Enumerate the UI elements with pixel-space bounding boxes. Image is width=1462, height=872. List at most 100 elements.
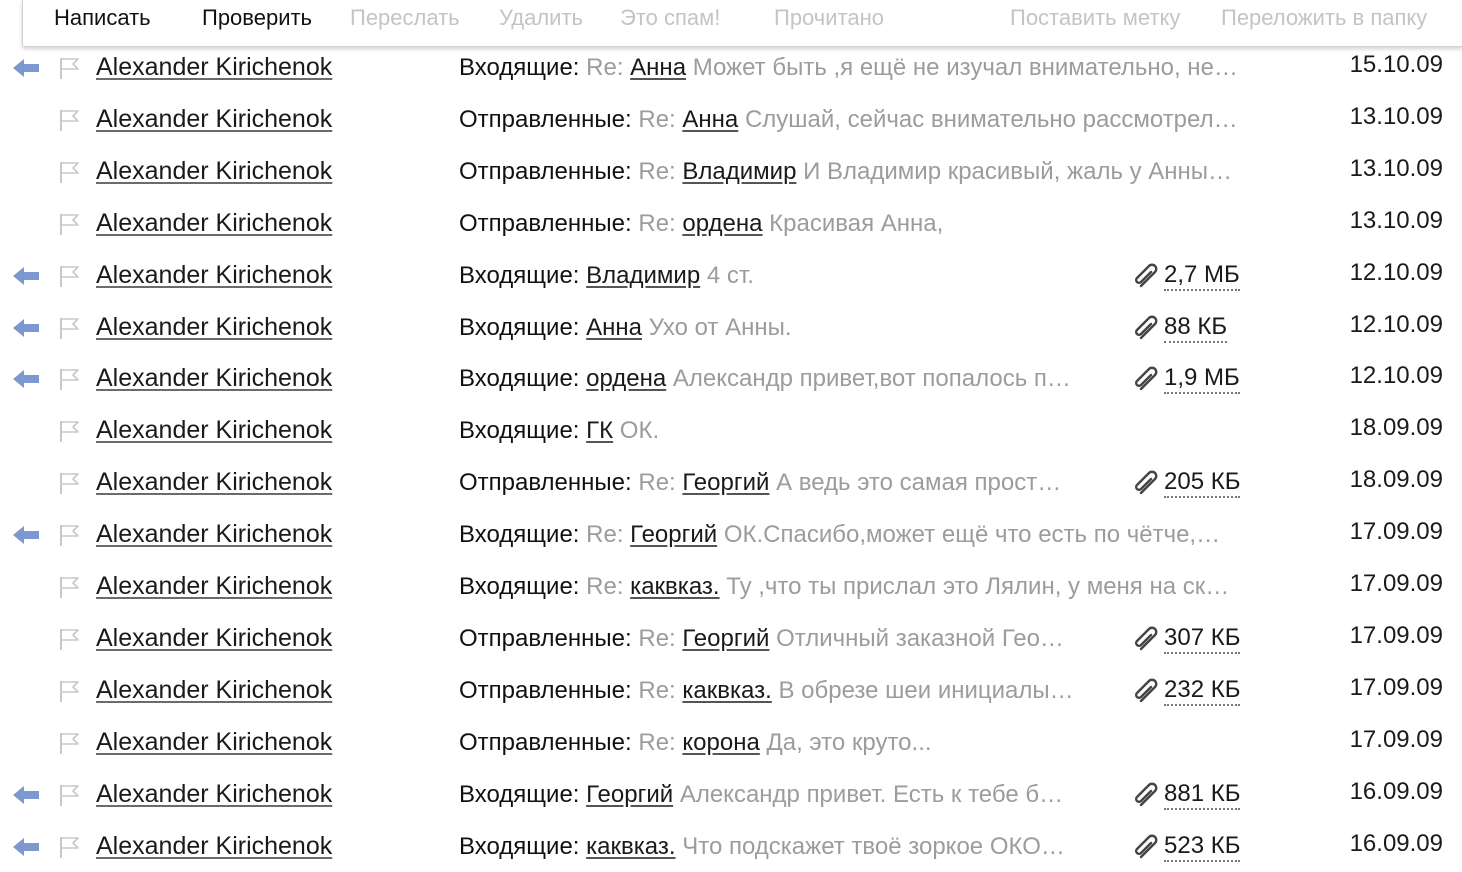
sender-link[interactable]: Alexander Kirichenok	[96, 260, 332, 290]
move-to-folder-button[interactable]: Переложить в папку	[1221, 5, 1427, 31]
subject-link[interactable]: ордена	[586, 365, 666, 392]
sender-link[interactable]: Alexander Kirichenok	[96, 779, 332, 809]
subject-link[interactable]: каквказ.	[630, 573, 719, 600]
subject-line[interactable]: Входящие: Георгий Александр привет. Есть…	[459, 780, 1063, 810]
paperclip-icon	[1134, 366, 1158, 391]
flag-icon[interactable]	[58, 211, 80, 237]
subject-line[interactable]: Отправленные: Re: Владимир И Владимир кр…	[459, 157, 1232, 187]
message-row[interactable]: Alexander Kirichenok Входящие: ГК ОК. 18.0…	[0, 404, 1462, 456]
sender-link[interactable]: Alexander Kirichenok	[96, 312, 332, 342]
compose-button[interactable]: Написать	[54, 5, 151, 31]
message-row[interactable]: Alexander Kirichenok Входящие: Re: каквка…	[0, 560, 1462, 612]
message-row[interactable]: Alexander Kirichenok Отправленные: Re: Ан…	[0, 93, 1462, 145]
attachment-size[interactable]: 232 КБ	[1164, 676, 1241, 706]
subject-link[interactable]: Владимир	[586, 262, 700, 289]
message-row[interactable]: Alexander Kirichenok Входящие: каквказ. Ч…	[0, 820, 1462, 872]
flag-icon[interactable]	[58, 574, 80, 600]
sender-link[interactable]: Alexander Kirichenok	[96, 571, 332, 601]
subject-line[interactable]: Входящие: ордена Александр привет,вот по…	[459, 364, 1071, 394]
flag-icon[interactable]	[58, 263, 80, 289]
flag-icon[interactable]	[58, 470, 80, 496]
attachment-size[interactable]: 88 КБ	[1164, 313, 1228, 343]
flag-icon[interactable]	[58, 730, 80, 756]
subject-link[interactable]: Анна	[586, 314, 642, 341]
subject-line[interactable]: Входящие: каквказ. Что подскажет твоё зо…	[459, 832, 1065, 862]
subject-link[interactable]: Георгий	[630, 521, 717, 548]
flag-icon[interactable]	[58, 107, 80, 133]
folder-label: Входящие:	[459, 314, 580, 341]
sender-link[interactable]: Alexander Kirichenok	[96, 831, 332, 861]
subject-link[interactable]: Георгий	[586, 781, 673, 808]
subject-link[interactable]: каквказ.	[586, 833, 675, 860]
attachment-size[interactable]: 307 КБ	[1164, 624, 1241, 654]
sender-link[interactable]: Alexander Kirichenok	[96, 52, 332, 82]
subject-line[interactable]: Входящие: Владимир 4 ст.	[459, 261, 754, 291]
subject-link[interactable]: Георгий	[682, 469, 769, 496]
forward-button[interactable]: Переслать	[350, 5, 460, 31]
message-row[interactable]: Alexander Kirichenok Отправленные: Re: Вл…	[0, 145, 1462, 197]
subject-line[interactable]: Отправленные: Re: ордена Красивая Анна,	[459, 209, 943, 239]
message-row[interactable]: Alexander Kirichenok Входящие: Re: Анна М…	[0, 41, 1462, 93]
sender-link[interactable]: Alexander Kirichenok	[96, 467, 332, 497]
flag-icon[interactable]	[58, 782, 80, 808]
attachment-size[interactable]: 2,7 МБ	[1164, 261, 1240, 291]
sender-link[interactable]: Alexander Kirichenok	[96, 675, 332, 705]
subject-link[interactable]: корона	[682, 729, 759, 756]
subject-link[interactable]: ГК	[586, 417, 613, 444]
subject-line[interactable]: Отправленные: Re: Георгий А ведь это сам…	[459, 468, 1061, 498]
sender-link[interactable]: Alexander Kirichenok	[96, 415, 332, 445]
subject-link[interactable]: Анна	[630, 54, 686, 81]
sender-link[interactable]: Alexander Kirichenok	[96, 104, 332, 134]
sender-link[interactable]: Alexander Kirichenok	[96, 623, 332, 653]
flag-icon[interactable]	[58, 55, 80, 81]
subject-link[interactable]: Георгий	[682, 625, 769, 652]
subject-line[interactable]: Отправленные: Re: Анна Слушай, сейчас вн…	[459, 105, 1238, 135]
message-row[interactable]: Alexander Kirichenok Входящие: Владимир 4…	[0, 249, 1462, 301]
flag-icon[interactable]	[58, 626, 80, 652]
flag-icon[interactable]	[58, 159, 80, 185]
attachment-size[interactable]: 881 КБ	[1164, 780, 1241, 810]
sender-link[interactable]: Alexander Kirichenok	[96, 363, 332, 393]
flag-icon[interactable]	[58, 366, 80, 392]
message-row[interactable]: Alexander Kirichenok Входящие: Анна Ухо о…	[0, 301, 1462, 353]
flag-icon[interactable]	[58, 522, 80, 548]
message-row[interactable]: Alexander Kirichenok Отправленные: Re: ор…	[0, 197, 1462, 249]
subject-line[interactable]: Входящие: Re: Георгий ОК.Спасибо,может е…	[459, 520, 1220, 550]
reply-arrow-icon	[13, 526, 39, 544]
message-row[interactable]: Alexander Kirichenok Отправленные: Re: ко…	[0, 716, 1462, 768]
message-row[interactable]: Alexander Kirichenok Входящие: Георгий Ал…	[0, 768, 1462, 820]
attachment-size[interactable]: 523 КБ	[1164, 832, 1241, 862]
subject-line[interactable]: Входящие: ГК ОК.	[459, 416, 659, 446]
set-label-button[interactable]: Поставить метку	[1010, 5, 1180, 31]
sender-link[interactable]: Alexander Kirichenok	[96, 156, 332, 186]
sender-link[interactable]: Alexander Kirichenok	[96, 727, 332, 757]
flag-icon[interactable]	[58, 315, 80, 341]
subject-link[interactable]: каквказ.	[682, 677, 771, 704]
message-row[interactable]: Alexander Kirichenok Отправленные: Re: Ге…	[0, 456, 1462, 508]
subject-link[interactable]: Анна	[682, 106, 738, 133]
message-row[interactable]: Alexander Kirichenok Отправленные: Re: ка…	[0, 664, 1462, 716]
message-row[interactable]: Alexander Kirichenok Входящие: ордена Але…	[0, 352, 1462, 404]
subject-line[interactable]: Отправленные: Re: каквказ. В обрезе шеи …	[459, 676, 1074, 706]
check-mail-button[interactable]: Проверить	[202, 5, 312, 31]
sender-link[interactable]: Alexander Kirichenok	[96, 208, 332, 238]
reply-arrow-icon	[13, 786, 39, 804]
subject-line[interactable]: Входящие: Re: Анна Может быть ,я ещё не …	[459, 53, 1238, 83]
subject-link[interactable]: Владимир	[682, 158, 796, 185]
delete-button[interactable]: Удалить	[499, 5, 583, 31]
subject-link[interactable]: ордена	[682, 210, 762, 237]
message-row[interactable]: Alexander Kirichenok Входящие: Re: Георги…	[0, 508, 1462, 560]
spam-button[interactable]: Это спам!	[620, 5, 720, 31]
subject-line[interactable]: Входящие: Re: каквказ. Ту ,что ты присла…	[459, 572, 1229, 602]
sender-link[interactable]: Alexander Kirichenok	[96, 519, 332, 549]
mark-read-button[interactable]: Прочитано	[774, 5, 884, 31]
subject-line[interactable]: Входящие: Анна Ухо от Анны.	[459, 313, 792, 343]
attachment-size[interactable]: 1,9 МБ	[1164, 364, 1240, 394]
flag-icon[interactable]	[58, 678, 80, 704]
message-row[interactable]: Alexander Kirichenok Отправленные: Re: Ге…	[0, 612, 1462, 664]
flag-icon[interactable]	[58, 834, 80, 860]
subject-line[interactable]: Отправленные: Re: корона Да, это круто..…	[459, 728, 932, 758]
subject-line[interactable]: Отправленные: Re: Георгий Отличный заказ…	[459, 624, 1064, 654]
attachment-size[interactable]: 205 КБ	[1164, 468, 1241, 498]
flag-icon[interactable]	[58, 418, 80, 444]
